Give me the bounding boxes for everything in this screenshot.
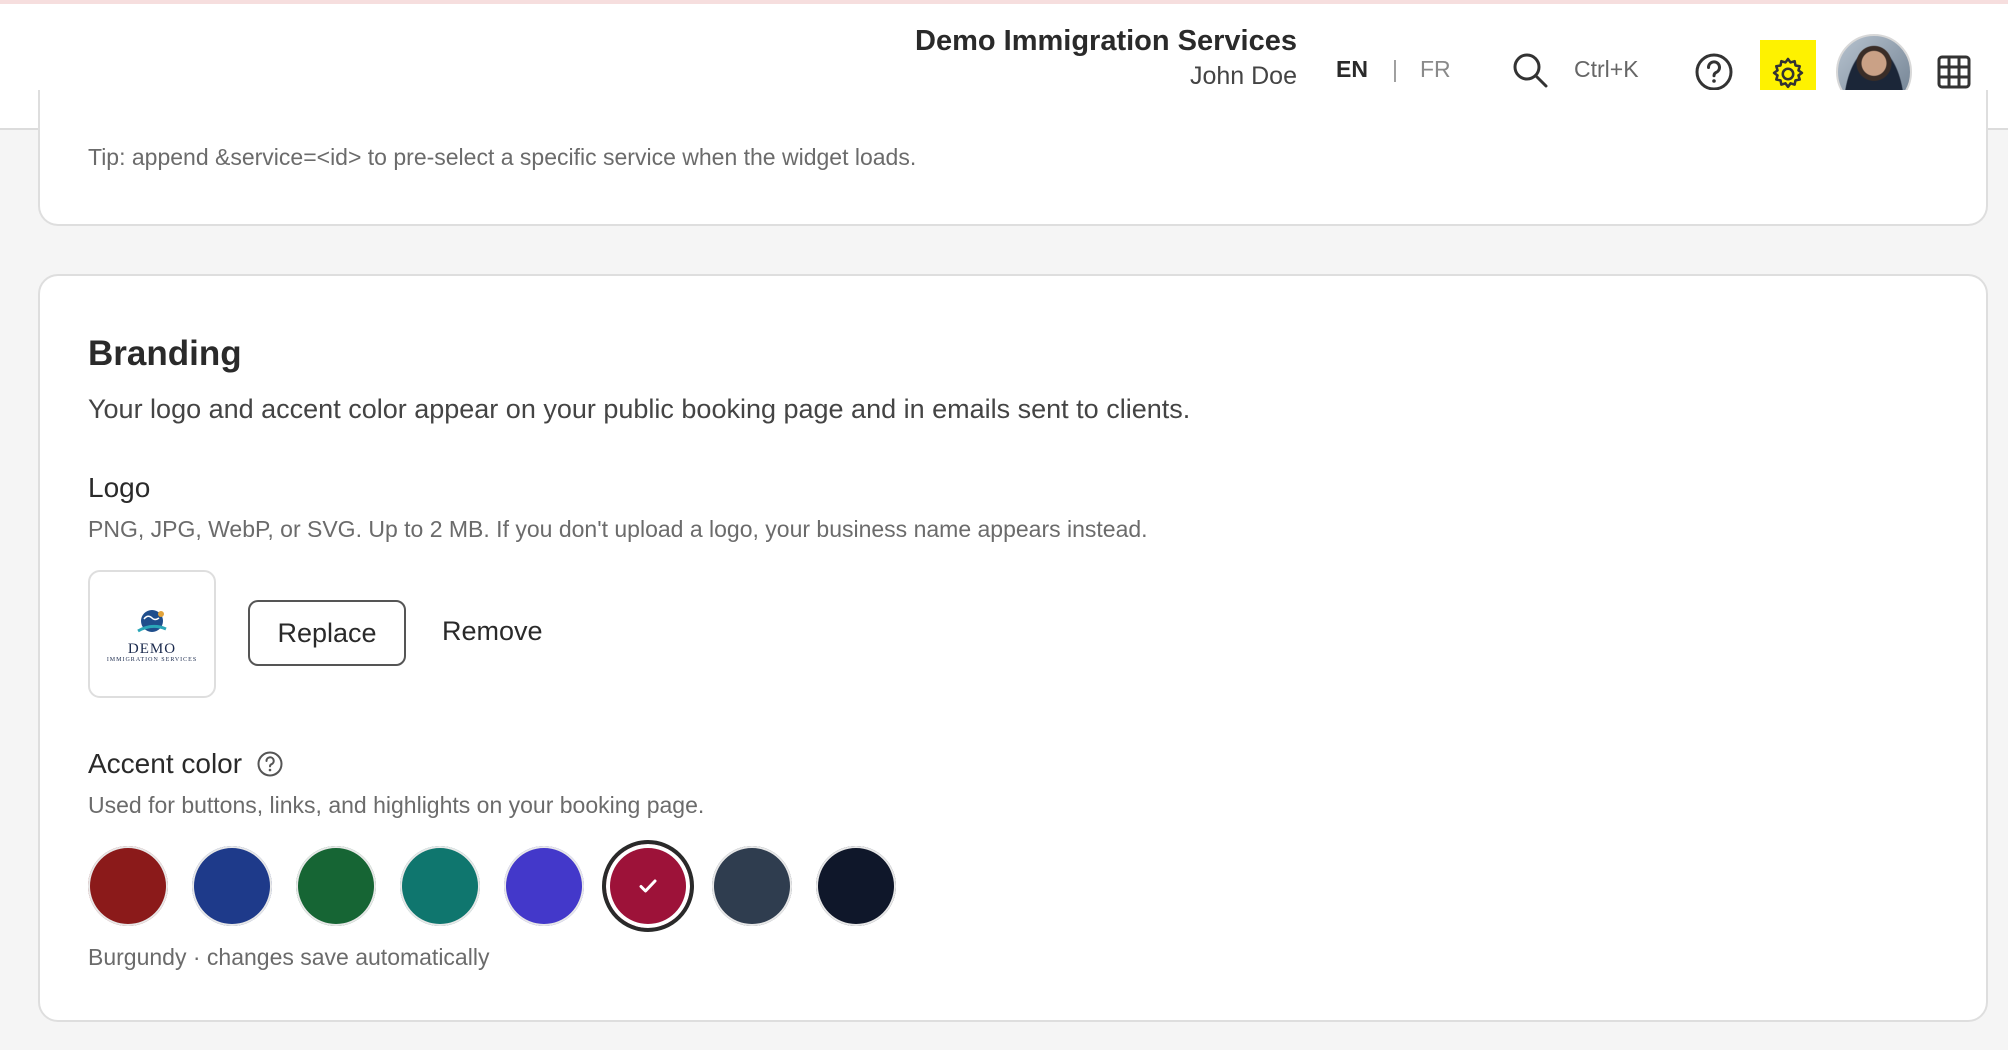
accent-status: Burgundy · changes save automatically [88, 944, 490, 970]
lang-en-option[interactable]: EN [1336, 56, 1368, 83]
branding-subtitle: Your logo and accent color appear on you… [88, 394, 1191, 424]
help-icon[interactable] [256, 750, 284, 778]
widget-tip: Tip: append &service=<id> to pre-select … [88, 144, 917, 170]
gear-icon [1772, 57, 1804, 89]
embed-widget-card: Tip: append &service=<id> to pre-select … [38, 90, 1988, 226]
swatch-teal[interactable] [400, 846, 480, 926]
accent-color-label: Accent color [88, 748, 284, 780]
swatch-indigo[interactable] [504, 846, 584, 926]
replace-logo-button[interactable]: Replace [248, 600, 406, 666]
branding-title: Branding [88, 334, 242, 373]
accent-color-hint: Used for buttons, links, and highlights … [88, 792, 705, 818]
accent-color-label-text: Accent color [88, 748, 243, 779]
accent-swatches [88, 840, 920, 932]
swatch-slate[interactable] [712, 846, 792, 926]
apps-grid-icon[interactable] [1936, 54, 1972, 90]
swatch-navy[interactable] [816, 846, 896, 926]
logo-hint: PNG, JPG, WebP, or SVG. Up to 2 MB. If y… [88, 516, 1148, 542]
search-icon[interactable] [1510, 50, 1550, 90]
logo-subtext: IMMIGRATION SERVICES [106, 657, 198, 663]
user-name: John Doe [1189, 62, 1297, 90]
logo-wordmark: DEMO [127, 641, 177, 657]
lang-separator: | [1391, 56, 1398, 82]
swatch-blue[interactable] [192, 846, 272, 926]
logo-label: Logo [88, 472, 151, 503]
lang-fr-option[interactable]: FR [1420, 56, 1451, 83]
swatch-red[interactable] [88, 846, 168, 926]
swatch-burgundy[interactable] [602, 840, 694, 932]
language-switcher: EN | FR [1336, 56, 1451, 83]
globe-logo-icon [137, 610, 167, 633]
search-shortcut: Ctrl+K [1574, 56, 1639, 82]
org-name: Demo Immigration Services [915, 25, 1297, 57]
branding-card: Branding Your logo and accent color appe… [38, 274, 1988, 1022]
help-icon[interactable] [1694, 52, 1734, 92]
logo-preview: DEMO IMMIGRATION SERVICES [88, 570, 216, 698]
check-icon [639, 879, 657, 893]
remove-logo-button[interactable]: Remove [442, 616, 543, 647]
swatch-green[interactable] [296, 846, 376, 926]
